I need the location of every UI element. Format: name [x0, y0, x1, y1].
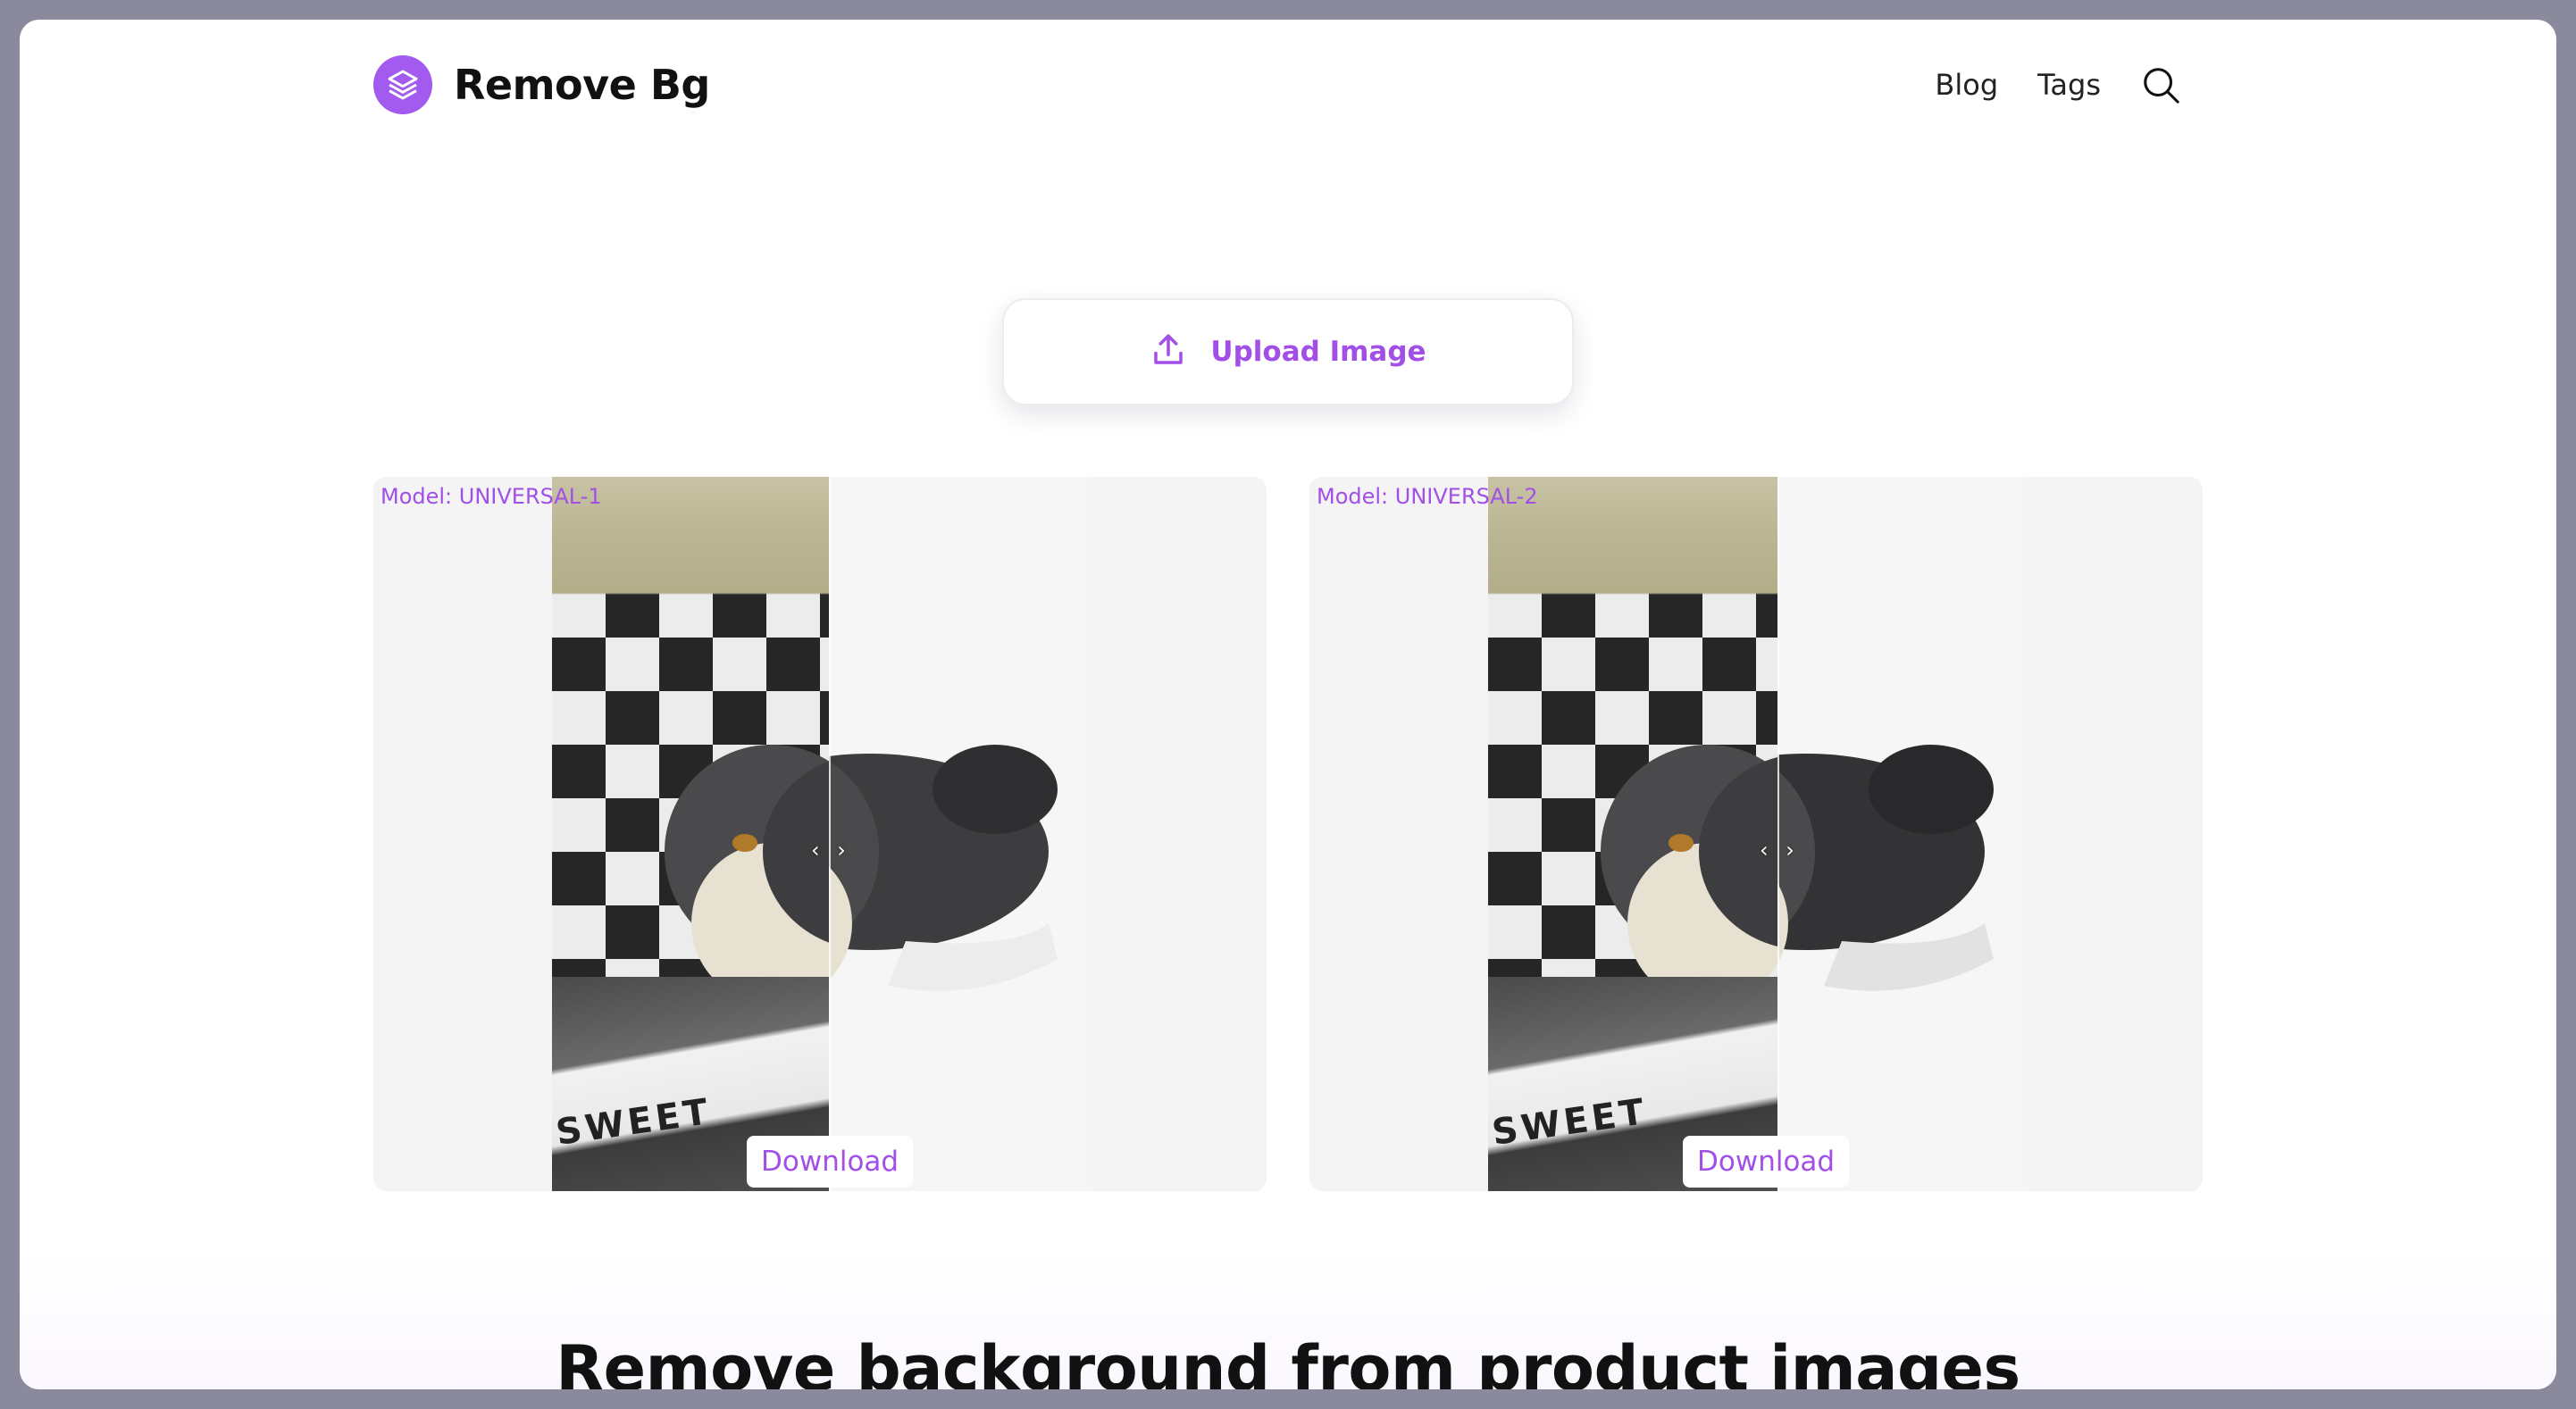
compare-divider[interactable] [1777, 477, 1779, 1191]
download-button[interactable]: Download [747, 1136, 914, 1188]
upload-icon [1150, 331, 1187, 372]
nav-tags[interactable]: Tags [2037, 68, 2101, 102]
section-heading: Remove background from product images [556, 1332, 2020, 1389]
result-panel-universal-2: Model: UNIVERSAL-2 SWEET ‹ › Download [1309, 477, 2203, 1191]
compare-slider-handle[interactable]: ‹ › [1760, 838, 1800, 863]
browser-window: Remove Bg Blog Tags Upload Image Model: … [20, 20, 2556, 1389]
layers-icon [373, 55, 432, 114]
compare-divider[interactable] [829, 477, 831, 1191]
brand-logo[interactable]: Remove Bg [373, 55, 710, 114]
comparison-image[interactable]: SWEET ‹ › [1488, 477, 2024, 1191]
upload-image-button[interactable]: Upload Image [1002, 298, 1574, 405]
upload-label: Upload Image [1210, 336, 1426, 368]
model-label: Model: UNIVERSAL-1 [381, 484, 602, 509]
original-image-side: SWEET [552, 477, 829, 1191]
comparison-image[interactable]: SWEET ‹ › [552, 477, 1088, 1191]
original-image-side: SWEET [1488, 477, 1777, 1191]
nav-blog[interactable]: Blog [1935, 68, 1998, 102]
search-icon[interactable] [2140, 64, 2181, 105]
compare-slider-handle[interactable]: ‹ › [811, 838, 851, 863]
model-label: Model: UNIVERSAL-2 [1317, 484, 1538, 509]
download-button[interactable]: Download [1683, 1136, 1850, 1188]
brand-name: Remove Bg [454, 61, 710, 109]
result-panel-universal-1: Model: UNIVERSAL-1 SWEET ‹ › Download [373, 477, 1267, 1191]
main-nav: Blog Tags [1895, 64, 2181, 105]
